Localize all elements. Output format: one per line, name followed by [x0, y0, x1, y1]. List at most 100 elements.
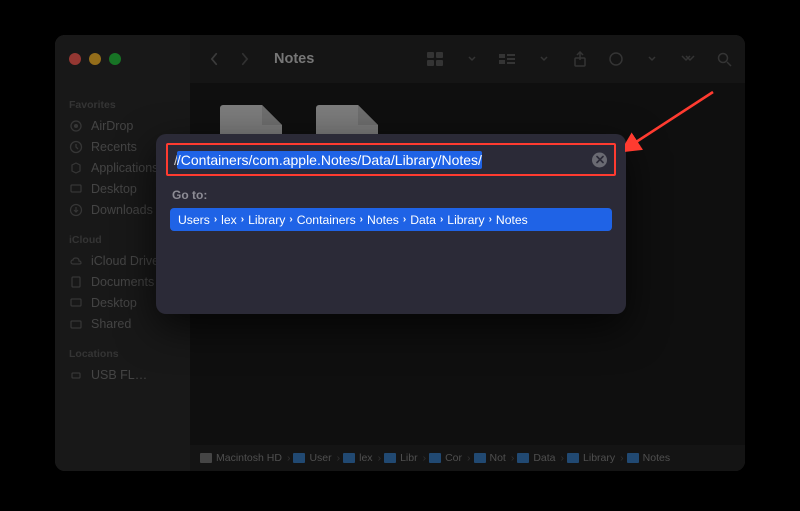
folder-icon: [517, 453, 529, 463]
clock-icon: [69, 140, 83, 154]
sidebar-item-label: Desktop: [91, 296, 137, 310]
cloud-icon: [69, 254, 83, 268]
sidebar-item-label: Applications: [91, 161, 158, 175]
pathbar-segment[interactable]: Libr: [384, 452, 418, 464]
back-button[interactable]: [210, 52, 220, 66]
pathbar-segment-label: Library: [583, 452, 615, 464]
suggestion-segment: Library: [447, 213, 484, 227]
titlebar: Notes: [55, 35, 745, 83]
suggestion-segment: Notes: [367, 213, 399, 227]
chevron-right-icon: ›: [378, 452, 382, 464]
folder-icon: [474, 453, 486, 463]
maximize-button[interactable]: [109, 53, 121, 65]
sidebar-item-shared[interactable]: Shared: [55, 313, 190, 334]
pathbar-segment-label: User: [309, 452, 331, 464]
tag-button[interactable]: [607, 50, 625, 68]
suggestion-segment: Library: [248, 213, 285, 227]
sidebar-item-label: Documents: [91, 275, 154, 289]
toolbar-right: [427, 50, 733, 68]
chevron-right-icon: ›: [289, 214, 292, 225]
folder-icon: [627, 453, 639, 463]
sidebar-item-airdrop[interactable]: AirDrop: [55, 115, 190, 136]
downloads-icon: [69, 203, 83, 217]
close-button[interactable]: [69, 53, 81, 65]
suggestion-segment: Data: [410, 213, 436, 227]
chevron-right-icon: ›: [467, 452, 471, 464]
pathbar-segment[interactable]: Cor: [429, 452, 462, 464]
forward-button[interactable]: [240, 52, 250, 66]
pathbar-segment[interactable]: Library: [567, 452, 615, 464]
pathbar-segment[interactable]: lex: [343, 452, 372, 464]
sidebar-section-locations: Locations: [55, 342, 190, 364]
apps-icon: [69, 161, 83, 175]
traffic-lights: [69, 53, 121, 65]
chevron-right-icon: ›: [214, 214, 217, 225]
chevron-right-icon: ›: [403, 214, 406, 225]
chevron-right-icon: ›: [561, 452, 565, 464]
suggestion-segment: lex: [221, 213, 237, 227]
chevron-right-icon: ›: [423, 452, 427, 464]
nav-arrows: [210, 52, 250, 66]
goto-path-selected-text: /Containers/com.apple.Notes/Data/Library…: [177, 151, 482, 169]
folder-icon: [567, 453, 579, 463]
folder-icon: [343, 453, 355, 463]
pathbar-segment[interactable]: User: [293, 452, 331, 464]
chevron-down-icon[interactable]: [643, 50, 661, 68]
sidebar-section-favorites: Favorites: [55, 93, 190, 115]
usb-icon: [69, 368, 83, 382]
sidebar-item-usb[interactable]: USB FL…: [55, 364, 190, 385]
more-button[interactable]: [679, 50, 697, 68]
harddrive-icon: [200, 453, 212, 463]
path-bar[interactable]: Macintosh HD › User › lex › Libr › Cor ›…: [190, 445, 745, 471]
chevron-down-icon[interactable]: [535, 50, 553, 68]
sidebar-item-label: USB FL…: [91, 368, 147, 382]
group-button[interactable]: [499, 50, 517, 68]
search-button[interactable]: [715, 50, 733, 68]
chevron-right-icon: ›: [287, 452, 291, 464]
documents-icon: [69, 275, 83, 289]
chevron-right-icon: ›: [620, 452, 624, 464]
suggestion-segment: Containers: [297, 213, 356, 227]
chevron-right-icon: ›: [489, 214, 492, 225]
shared-icon: [69, 317, 83, 331]
folder-icon: [293, 453, 305, 463]
chevron-right-icon: ›: [241, 214, 244, 225]
goto-folder-sheet: / /Containers/com.apple.Notes/Data/Libra…: [156, 134, 626, 314]
share-button[interactable]: [571, 50, 589, 68]
pathbar-segment-label: Libr: [400, 452, 418, 464]
pathbar-segment-label: Not: [490, 452, 506, 464]
pathbar-segment-label: Data: [533, 452, 555, 464]
traffic-light-area: [55, 35, 190, 83]
window-title: Notes: [274, 51, 314, 67]
pathbar-segment-label: Cor: [445, 452, 462, 464]
pathbar-segment[interactable]: Data: [517, 452, 555, 464]
sidebar-item-label: AirDrop: [91, 119, 133, 133]
toolbar: Notes: [190, 50, 745, 68]
desktop-icon: [69, 296, 83, 310]
pathbar-root[interactable]: Macintosh HD: [200, 452, 282, 464]
clear-input-button[interactable]: [592, 152, 607, 167]
sidebar-item-label: iCloud Drive: [91, 254, 159, 268]
chevron-down-icon[interactable]: [463, 50, 481, 68]
pathbar-segment-label: lex: [359, 452, 372, 464]
desktop-icon: [69, 182, 83, 196]
goto-suggestion-row[interactable]: Users› lex› Library› Containers› Notes› …: [170, 208, 612, 231]
pathbar-segment[interactable]: Not: [474, 452, 506, 464]
chevron-right-icon: ›: [440, 214, 443, 225]
chevron-right-icon: ›: [360, 214, 363, 225]
folder-icon: [429, 453, 441, 463]
view-mode-icon-button[interactable]: [427, 50, 445, 68]
pathbar-segment[interactable]: Notes: [627, 452, 670, 464]
chevron-right-icon: ›: [511, 452, 515, 464]
chevron-right-icon: ›: [337, 452, 341, 464]
minimize-button[interactable]: [89, 53, 101, 65]
sidebar-item-label: Recents: [91, 140, 137, 154]
airdrop-icon: [69, 119, 83, 133]
folder-icon: [384, 453, 396, 463]
sidebar-item-label: Shared: [91, 317, 131, 331]
pathbar-segment-label: Notes: [643, 452, 670, 464]
sidebar-item-label: Desktop: [91, 182, 137, 196]
suggestion-segment: Notes: [496, 213, 528, 227]
sidebar-item-label: Downloads: [91, 203, 153, 217]
goto-path-input[interactable]: / /Containers/com.apple.Notes/Data/Libra…: [168, 151, 614, 169]
